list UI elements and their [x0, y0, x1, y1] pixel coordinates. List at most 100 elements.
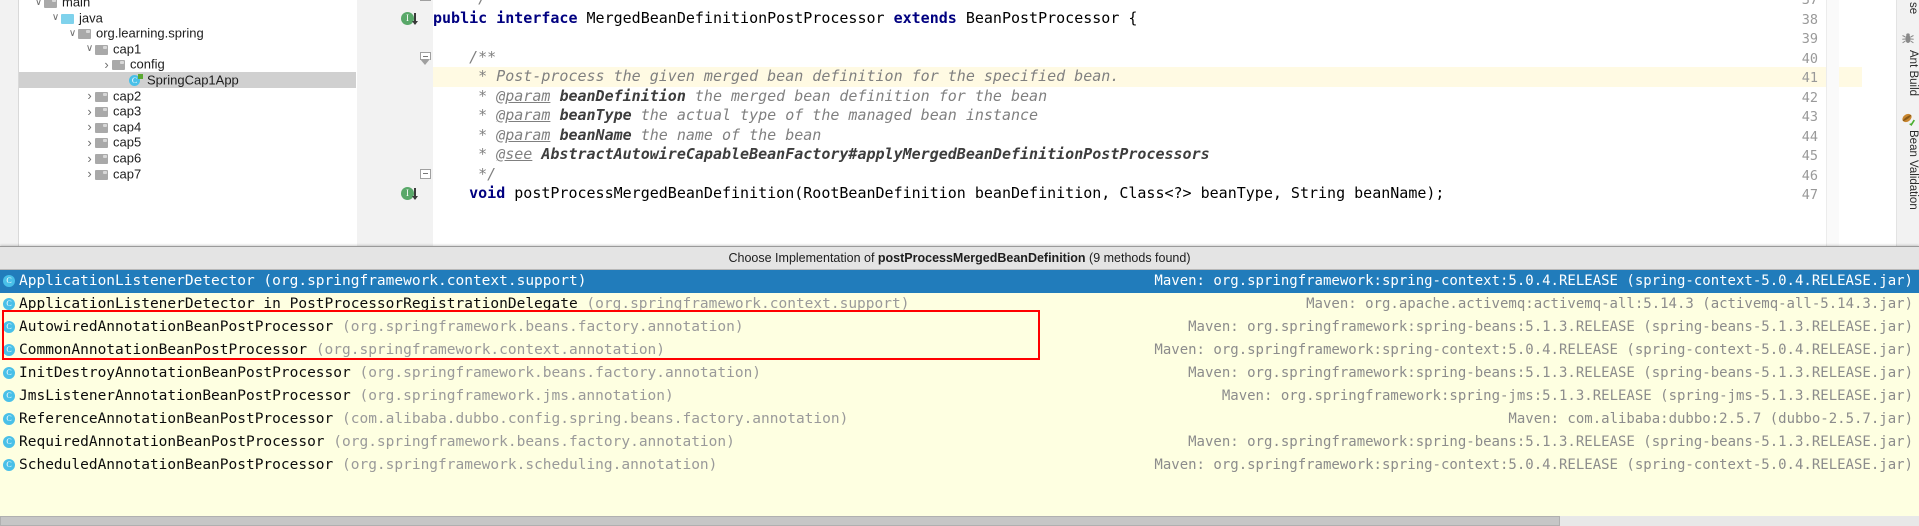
chevron-down-icon[interactable]: ∨: [84, 41, 95, 57]
rbar-label-2[interactable]: Bean Validation: [1897, 130, 1919, 210]
implementation-class-name: RequiredAnnotationBeanPostProcessor: [19, 434, 325, 450]
chevron-right-icon[interactable]: ›: [101, 57, 112, 73]
code-token: /**: [433, 47, 497, 66]
rbar-label-0[interactable]: se: [1897, 2, 1919, 14]
code-token: beanName: [559, 125, 632, 144]
code-line[interactable]: /**: [433, 48, 496, 68]
chevron-right-icon[interactable]: ›: [84, 119, 95, 135]
implementation-package: (org.springframework.beans.factory.annot…: [324, 434, 735, 450]
implementation-package: (org.springframework.jms.annotation): [350, 388, 674, 404]
tree-item-label: cap2: [113, 88, 142, 104]
implementation-package: (org.springframework.scheduling.annotati…: [333, 457, 718, 473]
rbar-label-1[interactable]: Ant Build: [1897, 50, 1919, 96]
code-token: extends: [893, 8, 966, 27]
code-line[interactable]: * @param beanType the actual type of the…: [433, 106, 1038, 126]
implementation-list-item[interactable]: C ReferenceAnnotationBeanPostProcessor (c…: [0, 408, 1919, 431]
code-line[interactable]: */: [433, 165, 496, 185]
tree-item-springcap1app[interactable]: C SpringCap1App: [19, 72, 356, 88]
implemented-method-gutter-icon[interactable]: I: [401, 187, 418, 201]
chevron-right-icon[interactable]: ›: [84, 88, 95, 104]
right-tool-window-bar[interactable]: se Ant Build Bean Validation: [1896, 0, 1919, 249]
implementation-class-name: ApplicationListenerDetector: [19, 273, 255, 289]
package-folder-icon: [112, 59, 126, 71]
tree-item-config[interactable]: › config: [19, 56, 356, 72]
bean-icon: [1901, 112, 1915, 126]
code-token: */: [433, 164, 497, 183]
tree-item-cap5[interactable]: › cap5: [19, 134, 356, 150]
editor-scroll-rail[interactable]: [1826, 0, 1839, 249]
tree-item-label: cap3: [113, 103, 142, 119]
code-token: *: [433, 125, 497, 144]
code-line[interactable]: public interface MergedBeanDefinitionPos…: [433, 9, 1137, 29]
code-line[interactable]: * @param beanDefinition the merged bean …: [433, 87, 1047, 107]
implementation-class-name: ScheduledAnnotationBeanPostProcessor: [19, 457, 334, 473]
code-line[interactable]: */: [433, 0, 487, 9]
chevron-right-icon[interactable]: ›: [84, 104, 95, 120]
choose-implementation-popup[interactable]: Choose Implementation of postProcessMerg…: [0, 246, 1919, 526]
implementation-list-item[interactable]: C ScheduledAnnotationBeanPostProcessor (o…: [0, 454, 1919, 477]
tree-item-label: cap4: [113, 119, 142, 135]
tree-item-java[interactable]: ∨ java: [19, 10, 356, 26]
implementation-class-name: CommonAnnotationBeanPostProcessor: [19, 342, 308, 358]
tree-item-cap2[interactable]: › cap2: [19, 88, 356, 104]
popup-title: Choose Implementation of postProcessMerg…: [0, 247, 1919, 270]
implementation-list-item[interactable]: C ApplicationListenerDetector in PostProc…: [0, 293, 1919, 316]
java-class-icon: C: [3, 275, 16, 288]
java-class-icon: C: [3, 298, 16, 311]
code-fold-end-icon[interactable]: [420, 168, 431, 181]
implementation-package: (org.springframework.context.support): [254, 273, 587, 289]
maven-coordinate-label: Maven: org.springframework:spring-jms:5.…: [1221, 388, 1913, 404]
code-token: the name of the bean: [631, 125, 822, 144]
tree-item-cap1[interactable]: ∨ cap1: [19, 41, 356, 57]
tree-item-main[interactable]: ∨ main: [19, 0, 356, 10]
implementation-name: ApplicationListenerDetector in PostProce…: [19, 293, 909, 316]
code-token: @param: [496, 86, 551, 105]
tree-item-label: cap6: [113, 150, 142, 166]
implemented-method-gutter-icon[interactable]: I: [401, 11, 418, 26]
tree-item-cap4[interactable]: › cap4: [19, 119, 356, 135]
implementation-list-item[interactable]: C InitDestroyAnnotationBeanPostProcessor …: [0, 362, 1919, 385]
package-folder-icon: [95, 137, 109, 149]
project-tree[interactable]: ∨ main ∨ java ∨ org.learning.spring ∨ cap1 › conf…: [19, 0, 356, 249]
implementation-list-item[interactable]: C ApplicationListenerDetector (org.spring…: [0, 270, 1919, 293]
maven-coordinate-label: Maven: com.alibaba:dubbo:2.5.7 (dubbo-2.…: [1508, 411, 1913, 427]
implementation-list-item[interactable]: C AutowiredAnnotationBeanPostProcessor (o…: [0, 316, 1919, 339]
chevron-down-icon[interactable]: ∨: [67, 26, 78, 42]
implementation-list[interactable]: C ApplicationListenerDetector (org.spring…: [0, 270, 1919, 503]
line-number: 39: [1801, 31, 1818, 47]
chevron-right-icon[interactable]: ›: [84, 166, 95, 182]
tree-item-cap3[interactable]: › cap3: [19, 103, 356, 119]
java-class-icon: C: [3, 436, 16, 449]
implementation-class-name: JmsListenerAnnotationBeanPostProcessor: [19, 388, 351, 404]
implementation-name: JmsListenerAnnotationBeanPostProcessor (…: [19, 385, 674, 408]
code-editor[interactable]: 37 */ 38 public interface MergedBeanDefini…: [357, 0, 1862, 249]
line-number: 37: [1801, 0, 1818, 8]
code-token: BeanPostProcessor {: [965, 8, 1138, 27]
java-class-icon: C: [3, 413, 16, 426]
code-token: postProcessMergedBeanDefinition(RootBean…: [514, 184, 1445, 202]
code-token: AbstractAutowireCapableBeanFactory#apply…: [541, 145, 1210, 163]
implementation-package: (org.springframework.context.annotation): [307, 342, 666, 358]
chevron-right-icon[interactable]: ›: [84, 151, 95, 167]
tree-item-cap7[interactable]: › cap7: [19, 166, 356, 182]
tree-item-org-learning-spring[interactable]: ∨ org.learning.spring: [19, 25, 356, 41]
code-fold-open-icon[interactable]: [420, 51, 431, 65]
implementation-list-item[interactable]: C RequiredAnnotationBeanPostProcessor (or…: [0, 431, 1919, 454]
tree-item-cap6[interactable]: › cap6: [19, 150, 356, 166]
chevron-down-icon[interactable]: ∨: [50, 10, 61, 26]
code-line[interactable]: void postProcessMergedBeanDefinition(Roo…: [433, 184, 1444, 204]
code-line[interactable]: * Post-process the given merged bean def…: [433, 67, 1119, 87]
tree-item-label: cap5: [113, 134, 142, 150]
code-line[interactable]: * @see AbstractAutowireCapableBeanFactor…: [433, 145, 1210, 165]
implementation-list-item[interactable]: C CommonAnnotationBeanPostProcessor (org.…: [0, 339, 1919, 362]
maven-coordinate-label: Maven: org.springframework:spring-contex…: [1154, 342, 1913, 358]
editor-gutter[interactable]: [357, 0, 433, 249]
implementation-name: CommonAnnotationBeanPostProcessor (org.s…: [19, 339, 665, 362]
code-fold-end-icon[interactable]: [420, 0, 431, 3]
implementation-list-item[interactable]: C JmsListenerAnnotationBeanPostProcessor …: [0, 385, 1919, 408]
code-line[interactable]: * @param beanName the name of the bean: [433, 126, 821, 146]
code-token: *: [433, 86, 497, 105]
maven-coordinate-label: Maven: org.springframework:spring-beans:…: [1188, 434, 1913, 450]
chevron-right-icon[interactable]: ›: [84, 135, 95, 151]
